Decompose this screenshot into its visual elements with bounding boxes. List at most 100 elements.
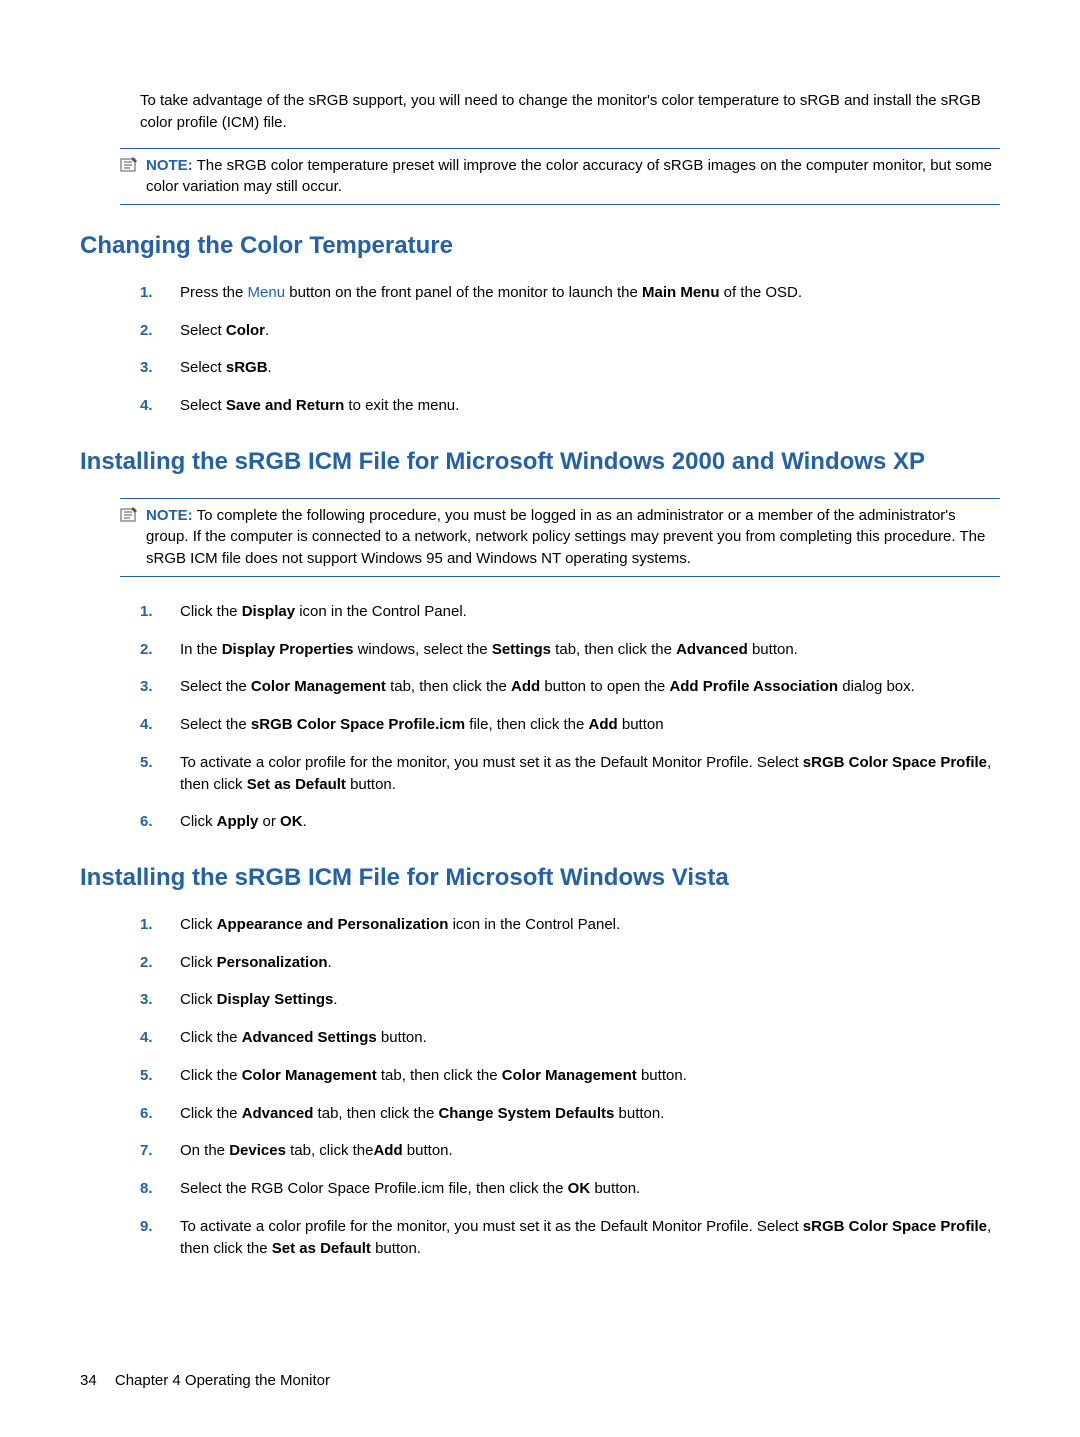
- step-item: 1.Click Appearance and Personalization i…: [140, 914, 1000, 936]
- bold-term: OK: [280, 813, 303, 830]
- note-label: NOTE:: [146, 507, 193, 524]
- page-footer: 34 Chapter 4 Operating the Monitor: [80, 1370, 330, 1392]
- step-number: 8.: [140, 1178, 180, 1200]
- intro-paragraph: To take advantage of the sRGB support, y…: [140, 90, 1000, 134]
- step-number: 4.: [140, 1027, 180, 1049]
- bold-term: Add Profile Association: [669, 678, 838, 695]
- bold-term: Settings: [492, 641, 551, 658]
- step-text: In the Display Properties windows, selec…: [180, 639, 1000, 661]
- step-text: Select the Color Management tab, then cl…: [180, 676, 1000, 698]
- menu-link[interactable]: Menu: [248, 284, 286, 301]
- bold-term: Apply: [217, 813, 259, 830]
- step-text: Click the Color Management tab, then cli…: [180, 1065, 1000, 1087]
- bold-term: Color Management: [242, 1067, 377, 1084]
- step-number: 1.: [140, 282, 180, 304]
- step-item: 9.To activate a color profile for the mo…: [140, 1216, 1000, 1260]
- bold-term: Color Management: [502, 1067, 637, 1084]
- step-text: Select Color.: [180, 320, 1000, 342]
- note-text: To complete the following procedure, you…: [146, 507, 985, 568]
- section-heading-vista: Installing the sRGB ICM File for Microso…: [80, 861, 1000, 896]
- page-number: 34: [80, 1372, 97, 1389]
- section-heading-win2000-xp: Installing the sRGB ICM File for Microso…: [80, 445, 1000, 480]
- step-item: 5.To activate a color profile for the mo…: [140, 752, 1000, 796]
- step-text: Click Appearance and Personalization ico…: [180, 914, 1000, 936]
- bold-term: Main Menu: [642, 284, 720, 301]
- step-number: 4.: [140, 395, 180, 417]
- step-item: 6.Click the Advanced tab, then click the…: [140, 1103, 1000, 1125]
- note-icon: [120, 505, 140, 570]
- step-item: 3.Select sRGB.: [140, 357, 1000, 379]
- step-text: Click Apply or OK.: [180, 811, 1000, 833]
- step-item: 7.On the Devices tab, click theAdd butto…: [140, 1140, 1000, 1162]
- bold-term: Personalization: [217, 954, 328, 971]
- step-text: Click the Advanced tab, then click the C…: [180, 1103, 1000, 1125]
- step-number: 7.: [140, 1140, 180, 1162]
- bold-term: Advanced: [242, 1105, 314, 1122]
- bold-term: OK: [568, 1180, 591, 1197]
- step-item: 6.Click Apply or OK.: [140, 811, 1000, 833]
- bold-term: Advanced: [676, 641, 748, 658]
- step-item: 2.In the Display Properties windows, sel…: [140, 639, 1000, 661]
- step-text: Select Save and Return to exit the menu.: [180, 395, 1000, 417]
- bold-term: Appearance and Personalization: [217, 916, 449, 933]
- step-text: Select the sRGB Color Space Profile.icm …: [180, 714, 1000, 736]
- step-number: 2.: [140, 639, 180, 661]
- step-item: 3.Select the Color Management tab, then …: [140, 676, 1000, 698]
- steps-list-1: 1.Press the Menu button on the front pan…: [140, 282, 1000, 417]
- steps-list-2: 1.Click the Display icon in the Control …: [140, 601, 1000, 833]
- step-item: 4.Click the Advanced Settings button.: [140, 1027, 1000, 1049]
- step-number: 9.: [140, 1216, 180, 1260]
- bold-term: Set as Default: [272, 1240, 371, 1257]
- note-box-2: NOTE: To complete the following procedur…: [120, 498, 1000, 577]
- step-text: Press the Menu button on the front panel…: [180, 282, 1000, 304]
- step-item: 4.Select the sRGB Color Space Profile.ic…: [140, 714, 1000, 736]
- bold-term: Change System Defaults: [438, 1105, 614, 1122]
- step-number: 5.: [140, 752, 180, 796]
- bold-term: sRGB Color Space Profile: [803, 754, 987, 771]
- bold-term: Save and Return: [226, 397, 344, 414]
- step-item: 4.Select Save and Return to exit the men…: [140, 395, 1000, 417]
- step-number: 5.: [140, 1065, 180, 1087]
- bold-term: sRGB Color Space Profile.icm: [251, 716, 465, 733]
- bold-term: Color Management: [251, 678, 386, 695]
- bold-term: Add: [589, 716, 618, 733]
- step-text: On the Devices tab, click theAdd button.: [180, 1140, 1000, 1162]
- step-number: 4.: [140, 714, 180, 736]
- step-text: Click the Display icon in the Control Pa…: [180, 601, 1000, 623]
- step-number: 1.: [140, 914, 180, 936]
- bold-term: sRGB: [226, 359, 268, 376]
- step-text: Click the Advanced Settings button.: [180, 1027, 1000, 1049]
- step-number: 6.: [140, 811, 180, 833]
- bold-term: sRGB Color Space Profile: [803, 1218, 987, 1235]
- bold-term: Add: [373, 1142, 402, 1159]
- step-item: 1.Click the Display icon in the Control …: [140, 601, 1000, 623]
- section-heading-color-temp: Changing the Color Temperature: [80, 229, 1000, 264]
- note-text: The sRGB color temperature preset will i…: [146, 157, 992, 196]
- step-number: 3.: [140, 989, 180, 1011]
- step-item: 2.Select Color.: [140, 320, 1000, 342]
- bold-term: Set as Default: [247, 776, 346, 793]
- step-text: To activate a color profile for the moni…: [180, 1216, 1000, 1260]
- step-number: 3.: [140, 357, 180, 379]
- note-icon: [120, 155, 140, 199]
- bold-term: Add: [511, 678, 540, 695]
- step-item: 5.Click the Color Management tab, then c…: [140, 1065, 1000, 1087]
- bold-term: Display: [242, 603, 295, 620]
- note-label: NOTE:: [146, 157, 193, 174]
- step-text: Select the RGB Color Space Profile.icm f…: [180, 1178, 1000, 1200]
- step-number: 1.: [140, 601, 180, 623]
- step-text: Click Personalization.: [180, 952, 1000, 974]
- steps-list-3: 1.Click Appearance and Personalization i…: [140, 914, 1000, 1260]
- bold-term: Advanced Settings: [242, 1029, 377, 1046]
- step-text: Select sRGB.: [180, 357, 1000, 379]
- chapter-label: Chapter 4 Operating the Monitor: [115, 1372, 330, 1389]
- bold-term: Devices: [229, 1142, 286, 1159]
- step-item: 3.Click Display Settings.: [140, 989, 1000, 1011]
- step-text: To activate a color profile for the moni…: [180, 752, 1000, 796]
- bold-term: Display Settings: [217, 991, 334, 1008]
- step-item: 2.Click Personalization.: [140, 952, 1000, 974]
- step-number: 3.: [140, 676, 180, 698]
- step-number: 2.: [140, 952, 180, 974]
- step-item: 1.Press the Menu button on the front pan…: [140, 282, 1000, 304]
- step-number: 2.: [140, 320, 180, 342]
